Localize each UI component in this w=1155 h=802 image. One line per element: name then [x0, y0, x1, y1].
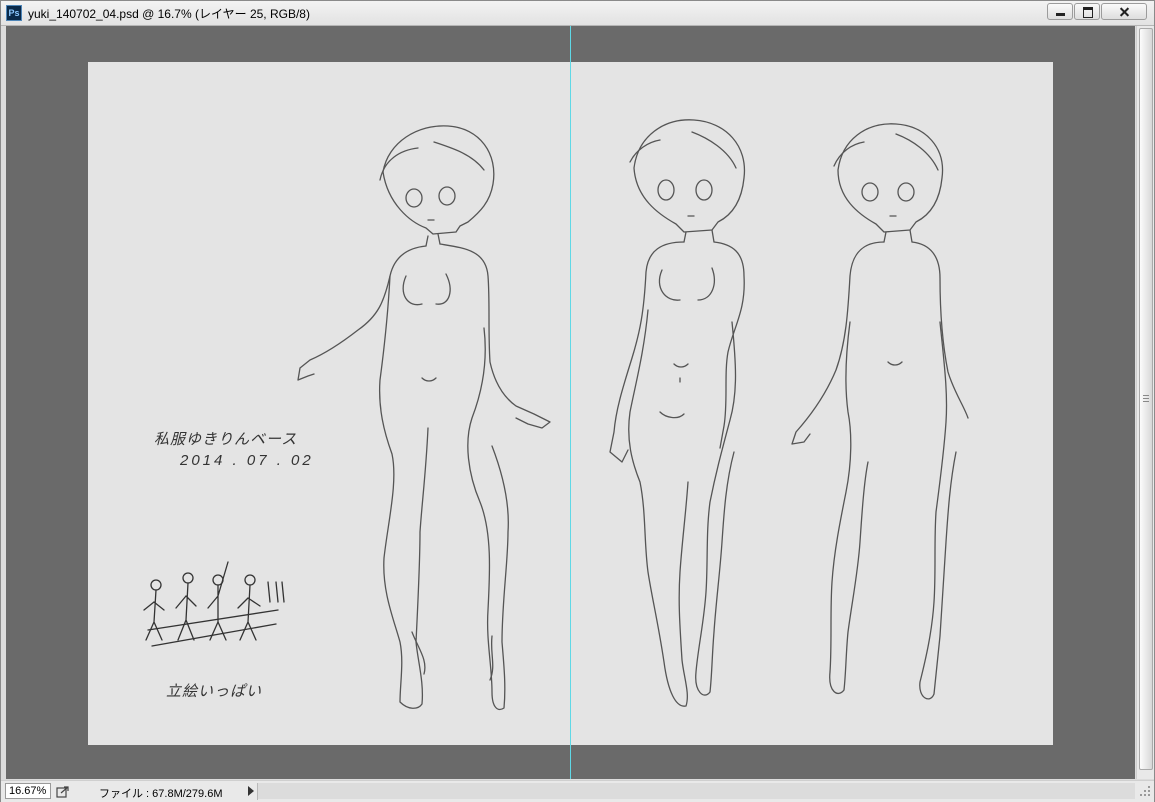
zoom-level-field[interactable]: 16.67% — [5, 783, 51, 799]
canvas-pasteboard[interactable]: 私服ゆきりんベース 2014 . 07 . 02 立絵いっぱい — [6, 26, 1135, 779]
document-window: Ps yuki_140702_04.psd @ 16.7% (レイヤー 25, … — [0, 0, 1155, 802]
document-size-info: ファイル : 67.8M/279.6M — [99, 788, 223, 800]
title-bar[interactable]: Ps yuki_140702_04.psd @ 16.7% (レイヤー 25, … — [1, 1, 1154, 26]
maximize-button[interactable] — [1074, 3, 1100, 20]
vertical-scroll-thumb[interactable] — [1139, 28, 1153, 770]
sketch-note-date: 2014 . 07 . 02 — [180, 452, 314, 469]
status-menu-arrow-icon[interactable] — [245, 785, 257, 797]
figure-left — [297, 125, 551, 711]
sketch-note-bottom: 立絵いっぱい — [166, 683, 263, 700]
vertical-scrollbar[interactable] — [1136, 26, 1154, 779]
scroll-grip-line — [1143, 395, 1149, 396]
status-bar: 16.67% ファイル : 67.8M/279.6M — [1, 780, 1154, 802]
photoshop-icon: Ps — [6, 5, 22, 21]
resize-grip-icon[interactable] — [1138, 784, 1152, 798]
horizontal-scrollbar[interactable] — [258, 783, 1135, 799]
export-icon[interactable] — [56, 785, 70, 798]
minimize-button[interactable] — [1047, 3, 1073, 20]
vertical-guide[interactable] — [570, 26, 571, 779]
stick-figures-doodle — [143, 561, 285, 647]
sketch-note-line-1: 私服ゆきりんベース — [154, 431, 298, 448]
scroll-grip-line — [1143, 398, 1149, 399]
window-title: yuki_140702_04.psd @ 16.7% (レイヤー 25, RGB… — [28, 7, 310, 21]
figure-middle — [609, 119, 746, 707]
figure-right — [791, 123, 969, 700]
close-button[interactable] — [1101, 3, 1147, 20]
scroll-grip-line — [1143, 401, 1149, 402]
